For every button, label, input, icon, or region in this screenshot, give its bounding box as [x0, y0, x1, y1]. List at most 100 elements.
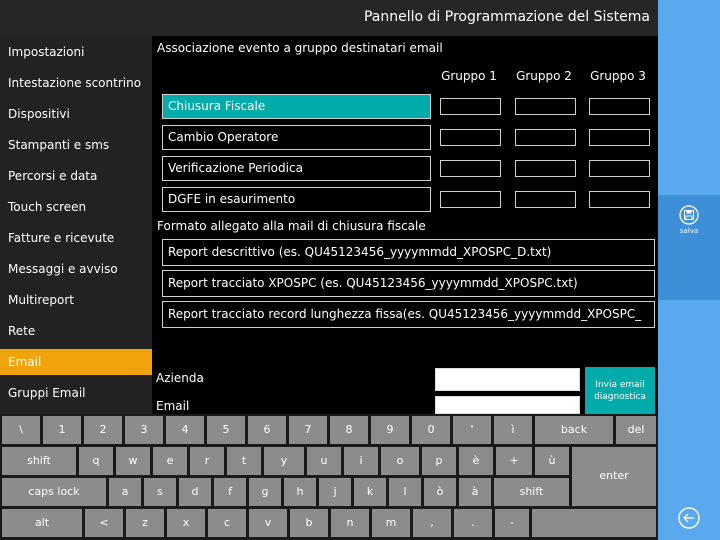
key-g[interactable]: g: [249, 478, 281, 506]
key-shift-left[interactable]: shift: [2, 447, 76, 475]
event-cambio-operatore-group-2[interactable]: [515, 129, 576, 146]
key-f[interactable]: f: [214, 478, 246, 506]
key-c[interactable]: c: [208, 509, 246, 537]
sidebar-item-touch-screen[interactable]: Touch screen: [0, 194, 152, 220]
event-verificazione-periodica-group-1[interactable]: [440, 160, 501, 177]
key-d[interactable]: d: [179, 478, 211, 506]
back-arrow-icon[interactable]: [678, 507, 700, 529]
event-verificazione-periodica-group-3[interactable]: [589, 160, 650, 177]
format-option-lunghezza-fissa[interactable]: Report tracciato record lunghezza fissa(…: [162, 301, 655, 328]
event-cambio-operatore-group-3[interactable]: [589, 129, 650, 146]
key-6[interactable]: 6: [248, 416, 286, 444]
key-o[interactable]: o: [381, 447, 419, 475]
key-r[interactable]: r: [190, 447, 224, 475]
event-verificazione-periodica-group-2[interactable]: [515, 160, 576, 177]
key-i[interactable]: i: [344, 447, 378, 475]
azienda-input[interactable]: [435, 368, 580, 391]
email-settings-panel: Associazione evento a gruppo destinatari…: [152, 36, 658, 414]
key-i-grave[interactable]: ì: [494, 416, 532, 444]
key-0[interactable]: 0: [412, 416, 450, 444]
key-u[interactable]: u: [307, 447, 341, 475]
sidebar-item-fatture-ricevute[interactable]: Fatture e ricevute: [0, 225, 152, 251]
sidebar-item-messaggi-avviso[interactable]: Messaggi e avviso: [0, 256, 152, 282]
sidebar-item-dispositivi[interactable]: Dispositivi: [0, 101, 152, 127]
key-m[interactable]: m: [372, 509, 410, 537]
key-alt[interactable]: alt: [2, 509, 82, 537]
sidebar-item-gruppi-email[interactable]: Gruppi Email: [0, 380, 152, 406]
key-3[interactable]: 3: [125, 416, 163, 444]
key-5[interactable]: 5: [207, 416, 245, 444]
email-label: Email: [156, 399, 190, 413]
key-q[interactable]: q: [79, 447, 113, 475]
key-h[interactable]: h: [284, 478, 316, 506]
sidebar-item-email[interactable]: Email: [0, 349, 152, 375]
key-t[interactable]: t: [227, 447, 261, 475]
key-x[interactable]: x: [167, 509, 205, 537]
key-y[interactable]: y: [264, 447, 304, 475]
event-dgfe-esaurimento-group-1[interactable]: [440, 191, 501, 208]
key-o-grave[interactable]: ò: [424, 478, 456, 506]
key-k[interactable]: k: [354, 478, 386, 506]
key-less-than[interactable]: <: [85, 509, 123, 537]
key-l[interactable]: l: [389, 478, 421, 506]
key-w[interactable]: w: [116, 447, 150, 475]
key-n[interactable]: n: [331, 509, 369, 537]
key-9[interactable]: 9: [371, 416, 409, 444]
key-8[interactable]: 8: [330, 416, 368, 444]
event-dgfe-esaurimento-group-2[interactable]: [515, 191, 576, 208]
key-caps-lock[interactable]: caps lock: [2, 478, 106, 506]
send-diagnostic-email-button[interactable]: Invia email diagnostica: [585, 367, 655, 414]
key-4[interactable]: 4: [166, 416, 204, 444]
key-v[interactable]: v: [249, 509, 287, 537]
key-plus[interactable]: +: [496, 447, 532, 475]
key-shift-right[interactable]: shift: [494, 478, 569, 506]
event-chiusura-fiscale-group-1[interactable]: [440, 98, 501, 115]
key-backslash[interactable]: \: [2, 416, 40, 444]
group-1-header: Gruppo 1: [441, 69, 497, 83]
page-title: Pannello di Programmazione del Sistema: [363, 9, 650, 25]
key-space[interactable]: [532, 509, 656, 537]
key-p[interactable]: p: [422, 447, 456, 475]
event-cambio-operatore[interactable]: Cambio Operatore: [162, 125, 431, 150]
key-minus[interactable]: -: [495, 509, 529, 537]
sidebar-item-multireport[interactable]: Multireport: [0, 287, 152, 313]
event-dgfe-esaurimento-group-3[interactable]: [589, 191, 650, 208]
event-chiusura-fiscale-group-2[interactable]: [515, 98, 576, 115]
key-e-grave[interactable]: è: [459, 447, 493, 475]
save-button[interactable]: salva: [658, 195, 720, 300]
key-apostrophe[interactable]: ': [453, 416, 491, 444]
format-option-descrittivo[interactable]: Report descrittivo (es. QU45123456_yyyym…: [162, 239, 655, 266]
event-verificazione-periodica[interactable]: Verificazione Periodica: [162, 156, 431, 181]
sidebar: Impostazioni Intestazione scontrino Disp…: [0, 36, 152, 414]
event-dgfe-esaurimento[interactable]: DGFE in esaurimento: [162, 187, 431, 212]
save-label: salva: [679, 227, 699, 235]
sidebar-item-impostazioni[interactable]: Impostazioni: [0, 39, 152, 65]
event-cambio-operatore-group-1[interactable]: [440, 129, 501, 146]
azienda-label: Azienda: [156, 371, 204, 385]
key-comma[interactable]: ,: [413, 509, 451, 537]
sidebar-item-percorsi-data[interactable]: Percorsi e data: [0, 163, 152, 189]
key-a-grave[interactable]: à: [459, 478, 491, 506]
key-period[interactable]: .: [454, 509, 492, 537]
event-chiusura-fiscale-group-3[interactable]: [589, 98, 650, 115]
key-enter[interactable]: enter: [572, 447, 656, 506]
key-7[interactable]: 7: [289, 416, 327, 444]
key-e[interactable]: e: [153, 447, 187, 475]
key-backspace[interactable]: back: [535, 416, 613, 444]
key-2[interactable]: 2: [84, 416, 122, 444]
sidebar-item-rete[interactable]: Rete: [0, 318, 152, 344]
key-j[interactable]: j: [319, 478, 351, 506]
key-u-grave[interactable]: ù: [535, 447, 569, 475]
key-z[interactable]: z: [126, 509, 164, 537]
email-input[interactable]: [435, 396, 580, 414]
key-s[interactable]: s: [144, 478, 176, 506]
key-a[interactable]: a: [109, 478, 141, 506]
event-chiusura-fiscale[interactable]: Chiusura Fiscale: [162, 94, 431, 119]
key-delete[interactable]: del: [616, 416, 656, 444]
format-option-xpospc[interactable]: Report tracciato XPOSPC (es. QU45123456_…: [162, 270, 655, 297]
key-b[interactable]: b: [290, 509, 328, 537]
floppy-disk-icon: [679, 205, 699, 225]
sidebar-item-stampanti-sms[interactable]: Stampanti e sms: [0, 132, 152, 158]
sidebar-item-intestazione-scontrino[interactable]: Intestazione scontrino: [0, 70, 152, 96]
key-1[interactable]: 1: [43, 416, 81, 444]
